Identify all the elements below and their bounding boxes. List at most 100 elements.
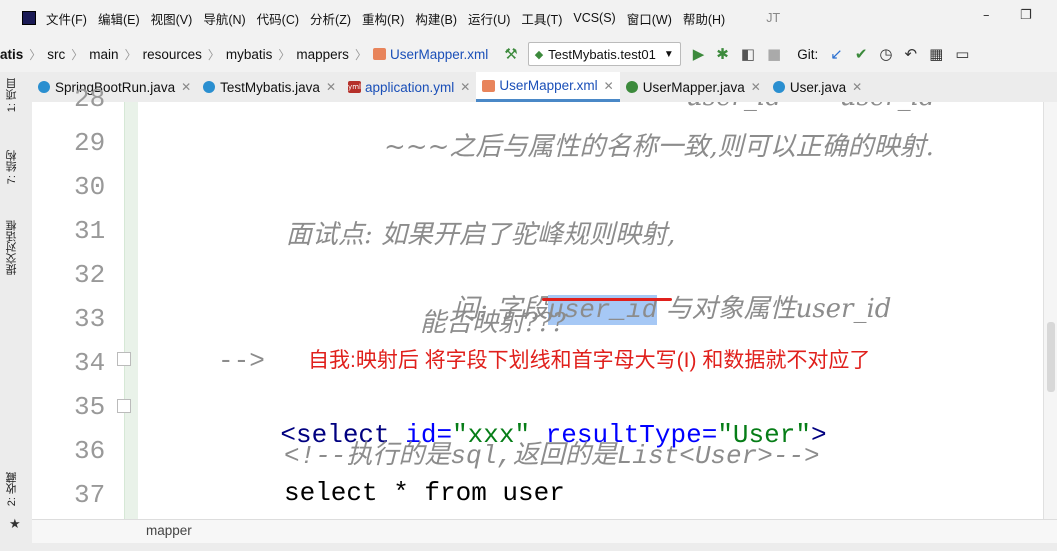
scrollbar-thumb[interactable] [1047,322,1055,392]
coverage-icon[interactable]: ◧ [741,45,755,63]
stop-icon[interactable]: ■ [767,45,781,63]
code-line-33: 能否映射??? [420,308,566,338]
crumb-project[interactable]: atis [0,47,23,62]
close-icon[interactable]: ✕ [460,80,470,94]
line-number: 36 [74,436,106,466]
tool-favorites[interactable]: 2: 收藏 [4,472,20,506]
tab-usermapper-java[interactable]: UserMapper.java ✕ [620,72,767,102]
run-config-label: TestMybatis.test01 [548,46,656,62]
git-update-icon[interactable]: ↙ [830,45,843,63]
menu-navigate[interactable]: 导航(N) [203,9,245,28]
fold-marker-icon[interactable] [117,352,131,366]
code-editor[interactable]: user_id user_id ~~~之后与属性的名称一致,则可以正确的映射. … [138,102,1043,522]
minimize-button[interactable]: – [983,8,990,23]
chevron-right-icon: 〉 [29,47,42,62]
close-icon[interactable]: ✕ [326,80,336,94]
tool-project[interactable]: 1: 项目 [4,78,20,112]
line-number: 32 [74,260,106,290]
restore-button[interactable]: ❐ [1020,8,1032,23]
crumb-mappers[interactable]: mappers [296,47,349,62]
tab-testmybatis[interactable]: TestMybatis.java ✕ [197,72,342,102]
crumb-file[interactable]: UserMapper.xml [390,47,488,62]
close-icon[interactable]: ✕ [751,80,761,94]
menu-vcs[interactable]: VCS(S) [573,11,615,25]
tool-commit[interactable]: 提交对话框 [4,220,20,275]
crumb-mybatis[interactable]: mybatis [226,47,273,62]
menu-build[interactable]: 构建(B) [415,9,457,28]
tab-user-java[interactable]: User.java ✕ [767,72,868,102]
run-configuration-select[interactable]: ◆ TestMybatis.test01 ▼ [527,42,681,66]
star-icon[interactable]: ★ [9,517,21,532]
line-number: 30 [74,172,106,202]
menu-code[interactable]: 代码(C) [257,9,299,28]
fold-marker-icon[interactable] [117,399,131,413]
code-line-36: <!--执行的是sql,返回的是List<User>--> [284,441,820,471]
code-line-29: ~~~之后与属性的名称一致,则可以正确的映射. [384,132,934,162]
line-number: 35 [74,392,106,422]
close-icon[interactable]: ✕ [181,80,191,94]
navigation-bar: atis 〉 src 〉 main 〉 resources 〉 mybatis … [0,36,1057,73]
red-underline-mark [542,298,672,301]
line-number: 37 [74,480,106,510]
code-text: 与对象属性user_id [657,294,892,324]
menu-refactor[interactable]: 重构(R) [362,9,404,28]
intellij-logo-icon [22,11,36,25]
tab-springbootrun[interactable]: SpringBootRun.java ✕ [32,72,197,102]
code-line-37: select * from user [284,478,565,508]
tab-application-yml[interactable]: yml application.yml ✕ [342,72,476,102]
editor-scrollbar[interactable] [1043,102,1057,522]
xml-file-icon [482,79,496,92]
editor-breadcrumb-bar: mapper [32,519,1057,544]
java-class-icon [38,81,50,93]
git-commit-icon[interactable]: ✔ [855,45,868,63]
menu-edit[interactable]: 编辑(E) [98,9,140,28]
run-config-icon: ◆ [534,48,544,61]
code-line-31: 面试点: 如果开启了驼峰规则映射, [286,220,676,250]
java-class-icon [203,81,216,93]
git-history-icon[interactable]: ◷ [879,45,892,63]
line-number-gutter: 28 29 30 31 32 33 34 35 36 37 💡 [32,84,176,522]
status-bar [0,543,1057,551]
build-hammer-icon[interactable]: ⚒ [504,45,517,63]
menu-bar: 文件(F) 编辑(E) 视图(V) 导航(N) 代码(C) 分析(Z) 重构(R… [0,0,1057,37]
fold-gutter [117,102,139,522]
tool-structure[interactable]: 7: 结构 [4,150,20,184]
line-number: 31 [74,216,106,246]
tab-label: TestMybatis.java [220,79,320,95]
close-icon[interactable]: ✕ [604,79,614,93]
project-structure-icon[interactable]: ▦ [929,45,943,63]
java-interface-icon [625,81,638,93]
menu-run[interactable]: 运行(U) [468,9,510,28]
menu-analyze[interactable]: 分析(Z) [310,9,351,28]
crumb-src[interactable]: src [47,47,65,62]
git-label: Git: [797,46,819,62]
menu-file[interactable]: 文件(F) [46,9,87,28]
debug-icon[interactable]: ✱ [716,45,729,63]
xml-file-icon [372,48,386,60]
menu-tools[interactable]: 工具(T) [521,9,562,28]
crumb-resources[interactable]: resources [143,47,202,62]
chevron-right-icon: 〉 [71,47,84,62]
chevron-right-icon: 〉 [207,47,220,62]
line-number: 33 [74,304,106,334]
java-class-icon [772,81,785,93]
menu-window[interactable]: 窗口(W) [627,9,672,28]
run-icon[interactable]: ▶ [693,45,705,63]
terminal-icon[interactable]: ▭ [955,45,969,63]
tab-usermapper-xml[interactable]: UserMapper.xml ✕ [476,72,620,102]
menu-view[interactable]: 视图(V) [151,9,193,28]
user-initials: JT [766,11,781,25]
editor-tab-bar: SpringBootRun.java ✕ TestMybatis.java ✕ … [32,72,1057,103]
code-line-28: user_id user_id [686,102,936,112]
crumb-main[interactable]: main [89,47,118,62]
menu-help[interactable]: 帮助(H) [683,9,725,28]
tab-label: UserMapper.java [642,79,745,95]
yml-file-icon: yml [348,81,361,93]
close-icon[interactable]: ✕ [852,80,862,94]
breadcrumb-mapper[interactable]: mapper [146,523,192,538]
chevron-right-icon: 〉 [354,47,367,62]
line-number: 29 [74,128,106,158]
tab-label: application.yml [365,79,455,95]
git-rollback-icon[interactable]: ↶ [904,45,917,63]
chevron-right-icon: 〉 [124,47,137,62]
